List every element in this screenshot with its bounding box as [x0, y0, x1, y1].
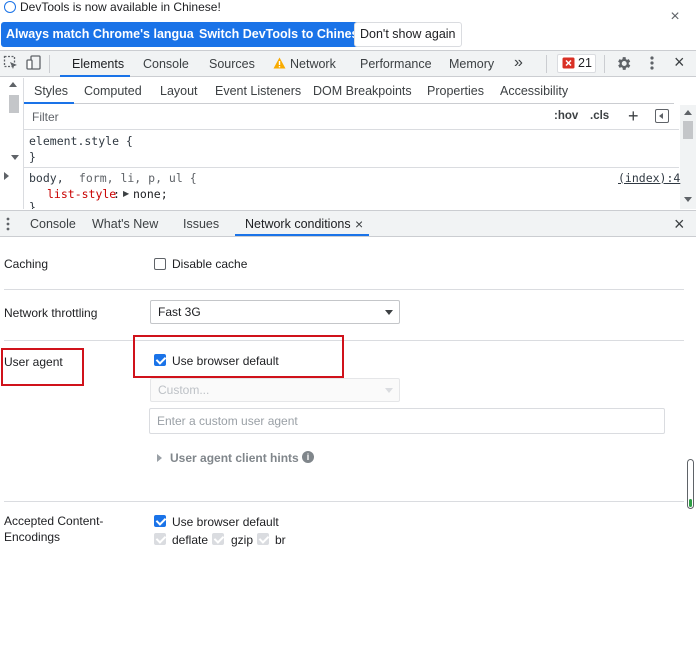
stylesheet-source-link[interactable]: (index):4	[618, 171, 680, 185]
chevron-down-icon	[385, 310, 393, 315]
custom-user-agent-input[interactable]: Enter a custom user agent	[149, 408, 665, 434]
caching-label: Caching	[4, 257, 49, 271]
encodings-default-label[interactable]: Use browser default	[172, 515, 279, 529]
tab-properties[interactable]: Properties	[427, 78, 484, 104]
rule-selector-body: body,	[29, 171, 64, 185]
throttling-select[interactable]: Fast 3G	[150, 300, 400, 324]
toolbar-separator	[49, 55, 50, 73]
tab-elements[interactable]: Elements	[72, 51, 124, 77]
infobar-message: DevTools is now available in Chinese!	[20, 0, 221, 14]
toolbar-separator	[604, 55, 605, 73]
section-divider	[4, 501, 684, 502]
elements-scrollbar-thumb[interactable]	[9, 95, 19, 113]
section-divider	[4, 289, 684, 290]
tab-styles[interactable]: Styles	[34, 78, 68, 104]
chevron-down-icon	[385, 388, 393, 393]
close-devtools-icon[interactable]: ×	[674, 52, 685, 73]
drawer-tab-issues[interactable]: Issues	[183, 211, 219, 237]
tab-event-listeners[interactable]: Event Listeners	[215, 78, 301, 104]
scroll-up-icon[interactable]	[9, 82, 17, 87]
hover-state-toggle[interactable]: :hov	[554, 110, 578, 122]
close-drawer-icon[interactable]: ×	[674, 211, 685, 237]
switch-to-chinese-button[interactable]: Switch DevTools to Chinese	[194, 22, 371, 47]
dont-show-again-button[interactable]: Don't show again	[354, 22, 462, 47]
panel-scrollbar[interactable]	[687, 459, 694, 509]
tab-console[interactable]: Console	[143, 51, 189, 77]
encoding-gzip-label: gzip	[231, 533, 254, 547]
styles-filter-row	[24, 105, 679, 130]
user-agent-label: User agent	[4, 355, 63, 369]
styles-scroll-up-icon[interactable]	[684, 110, 692, 115]
encodings-label-line1: Accepted Content-	[4, 514, 104, 528]
styles-scroll-down-icon[interactable]	[684, 197, 692, 202]
encodings-label-line2: Encodings	[4, 530, 61, 544]
network-throttling-label: Network throttling	[4, 306, 98, 320]
element-style-close: }	[29, 150, 36, 164]
tab-accessibility[interactable]: Accessibility	[500, 78, 568, 104]
rule-close-partial: }	[29, 201, 36, 209]
infobar-close-icon[interactable]: ×	[668, 9, 682, 25]
new-style-rule-icon[interactable]: +	[628, 106, 639, 127]
encoding-br-label: br	[275, 533, 286, 547]
more-tabs-icon[interactable]: »	[514, 50, 523, 76]
rule-divider	[24, 167, 679, 168]
info-help-icon[interactable]: i	[302, 451, 314, 463]
toggle-sidebar-icon[interactable]	[655, 109, 669, 123]
error-count: 21	[578, 56, 592, 70]
encoding-br-checkbox	[257, 533, 269, 545]
encoding-deflate-checkbox	[154, 533, 166, 545]
styles-subtab-bar: Styles Computed Layout Event Listeners D…	[24, 78, 674, 104]
active-tab-indicator	[60, 75, 130, 77]
toolbar-separator	[546, 55, 547, 73]
encoding-gzip-checkbox	[212, 533, 224, 545]
element-style-selector: element.style {	[29, 134, 133, 148]
tab-memory[interactable]: Memory	[449, 51, 494, 77]
section-divider	[4, 340, 684, 341]
css-property-separator: :	[113, 187, 120, 201]
class-toggle[interactable]: .cls	[590, 110, 609, 122]
encodings-default-checkbox[interactable]	[154, 515, 166, 527]
warning-icon	[273, 57, 286, 69]
disable-cache-checkbox[interactable]	[154, 258, 166, 270]
always-match-language-button[interactable]: Always match Chrome's language	[1, 22, 214, 47]
expand-node-icon[interactable]	[4, 172, 9, 180]
gear-icon[interactable]	[615, 55, 632, 72]
tab-dom-breakpoints[interactable]: DOM Breakpoints	[313, 78, 412, 104]
user-agent-default-checkbox[interactable]	[154, 354, 166, 366]
rule-selector-rest: form, li, p, ul {	[72, 171, 197, 185]
drawer-tab-whats-new[interactable]: What's New	[92, 211, 158, 237]
drawer-menu-icon[interactable]	[5, 216, 11, 232]
css-property-value[interactable]: none;	[133, 187, 168, 201]
active-subtab-indicator	[24, 102, 74, 104]
inspect-element-icon[interactable]	[3, 55, 19, 71]
kebab-menu-icon[interactable]	[645, 55, 659, 71]
user-agent-default-label[interactable]: Use browser default	[172, 354, 279, 368]
tab-sources[interactable]: Sources	[209, 51, 255, 77]
info-icon	[4, 1, 16, 13]
drawer-tab-console[interactable]: Console	[30, 211, 76, 237]
expand-shorthand-icon[interactable]: ▶	[123, 189, 129, 198]
disable-cache-label[interactable]: Disable cache	[172, 257, 247, 271]
device-toolbar-icon[interactable]	[26, 55, 42, 71]
tab-computed[interactable]: Computed	[84, 78, 142, 104]
active-drawer-tab-indicator	[235, 234, 369, 236]
css-property-name[interactable]: list-style	[47, 187, 116, 201]
error-icon	[562, 57, 575, 69]
tab-layout[interactable]: Layout	[160, 78, 198, 104]
styles-filter-input[interactable]: Filter	[32, 110, 59, 124]
custom-user-agent-select: Custom...	[150, 378, 400, 402]
encoding-deflate-label: deflate	[172, 533, 209, 547]
custom-select-value: Custom...	[158, 383, 210, 397]
user-agent-client-hints-toggle[interactable]: User agent client hints	[170, 451, 299, 465]
tab-network[interactable]: Network	[290, 51, 336, 77]
styles-scrollbar-thumb[interactable]	[683, 121, 693, 139]
throttling-selected-value: Fast 3G	[158, 305, 201, 319]
scroll-down-icon[interactable]	[11, 155, 19, 160]
tab-performance[interactable]: Performance	[360, 51, 432, 77]
chevron-right-icon[interactable]	[157, 454, 162, 462]
